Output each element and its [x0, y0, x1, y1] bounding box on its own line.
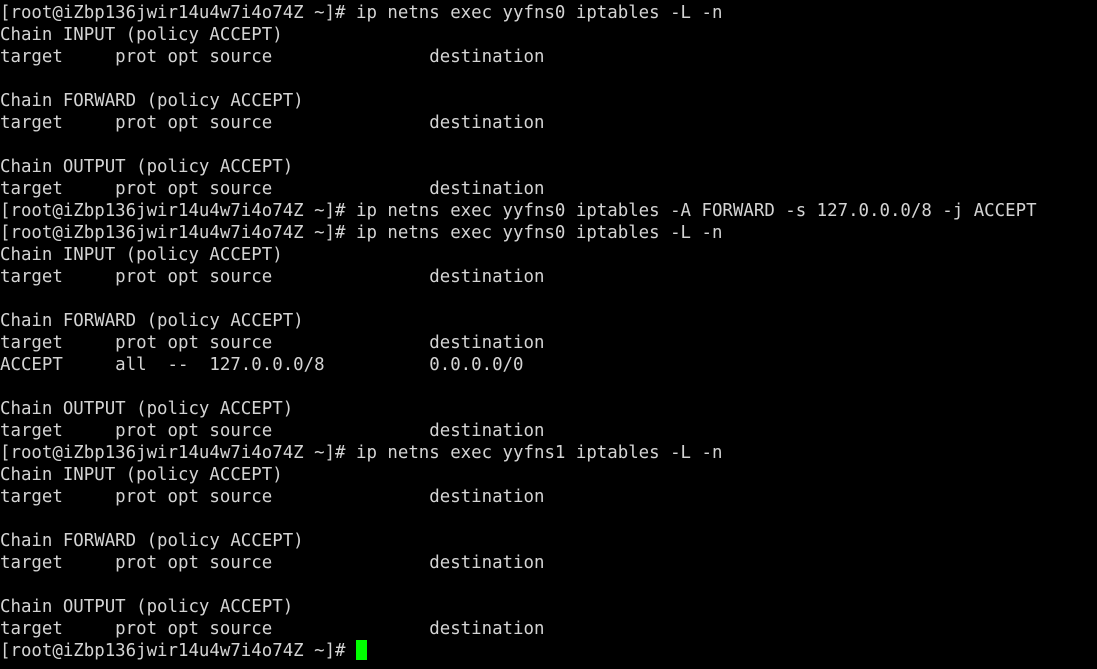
terminal-line: Chain FORWARD (policy ACCEPT) [0, 91, 304, 111]
terminal-line: Chain FORWARD (policy ACCEPT) [0, 531, 304, 551]
terminal-line: ACCEPT all -- 127.0.0.0/8 0.0.0.0/0 [0, 355, 524, 375]
terminal-line: target prot opt source destination [0, 179, 545, 199]
terminal-line: Chain INPUT (policy ACCEPT) [0, 25, 283, 45]
terminal-line: target prot opt source destination [0, 487, 545, 507]
terminal-line: Chain INPUT (policy ACCEPT) [0, 465, 283, 485]
terminal-line: target prot opt source destination [0, 619, 545, 639]
terminal-output: [root@iZbp136jwir14u4w7i4o74Z ~]# ip net… [0, 2, 1097, 640]
terminal-line: target prot opt source destination [0, 47, 545, 67]
terminal-line: Chain OUTPUT (policy ACCEPT) [0, 157, 294, 177]
terminal-window[interactable]: [root@iZbp136jwir14u4w7i4o74Z ~]# ip net… [0, 0, 1097, 669]
terminal-line: target prot opt source destination [0, 267, 545, 287]
terminal-line: Chain OUTPUT (policy ACCEPT) [0, 597, 294, 617]
terminal-line: target prot opt source destination [0, 113, 545, 133]
terminal-line: [root@iZbp136jwir14u4w7i4o74Z ~]# ip net… [0, 443, 723, 463]
terminal-line: Chain FORWARD (policy ACCEPT) [0, 311, 304, 331]
terminal-line: target prot opt source destination [0, 333, 545, 353]
terminal-line: [root@iZbp136jwir14u4w7i4o74Z ~]# ip net… [0, 223, 723, 243]
terminal-line: Chain INPUT (policy ACCEPT) [0, 245, 283, 265]
terminal-line: target prot opt source destination [0, 553, 545, 573]
terminal-line: [root@iZbp136jwir14u4w7i4o74Z ~]# ip net… [0, 3, 723, 23]
terminal-line: Chain OUTPUT (policy ACCEPT) [0, 399, 294, 419]
terminal-prompt: [root@iZbp136jwir14u4w7i4o74Z ~]# [0, 641, 356, 661]
terminal-cursor [355, 640, 367, 660]
terminal-line: target prot opt source destination [0, 421, 545, 441]
terminal-line: [root@iZbp136jwir14u4w7i4o74Z ~]# ip net… [0, 201, 1037, 221]
terminal-prompt-line[interactable]: [root@iZbp136jwir14u4w7i4o74Z ~]# [0, 640, 1097, 662]
